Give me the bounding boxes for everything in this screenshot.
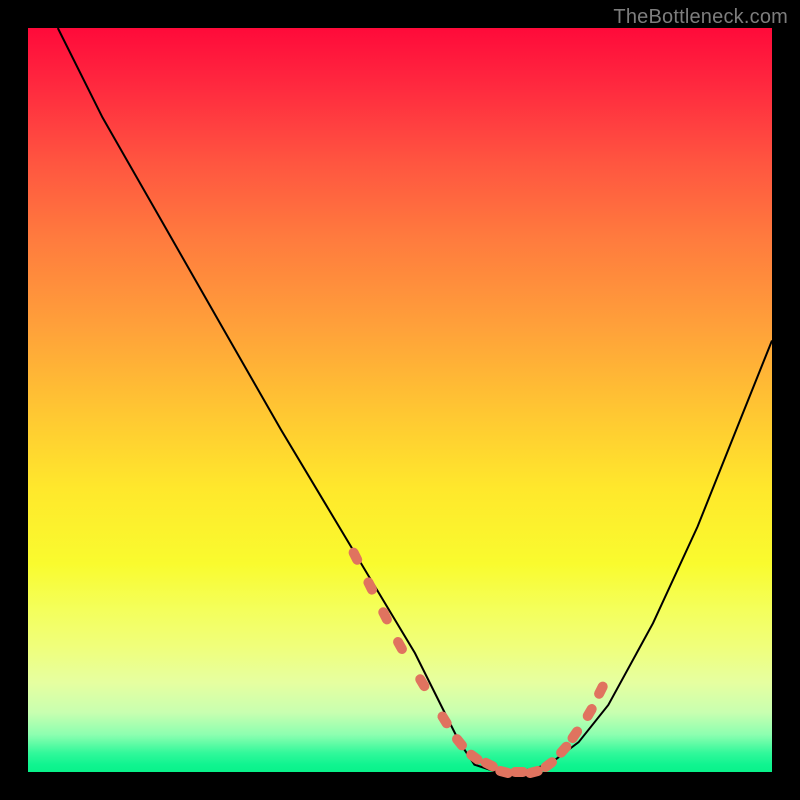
highlight-dot bbox=[413, 672, 431, 693]
highlight-dot bbox=[566, 725, 585, 745]
highlight-dot bbox=[592, 680, 609, 701]
watermark-text: TheBottleneck.com bbox=[613, 6, 788, 28]
highlight-dot bbox=[377, 606, 394, 627]
outer-frame: TheBottleneck.com bbox=[0, 0, 800, 800]
curve-svg bbox=[28, 28, 772, 772]
highlight-dot bbox=[362, 576, 379, 597]
watermark-link[interactable]: TheBottleneck.com bbox=[613, 6, 788, 29]
highlight-dot bbox=[554, 740, 573, 760]
bottleneck-curve bbox=[58, 28, 772, 772]
plot-area bbox=[28, 28, 772, 772]
highlight-dot bbox=[450, 732, 469, 752]
highlight-dots-group bbox=[347, 546, 610, 779]
